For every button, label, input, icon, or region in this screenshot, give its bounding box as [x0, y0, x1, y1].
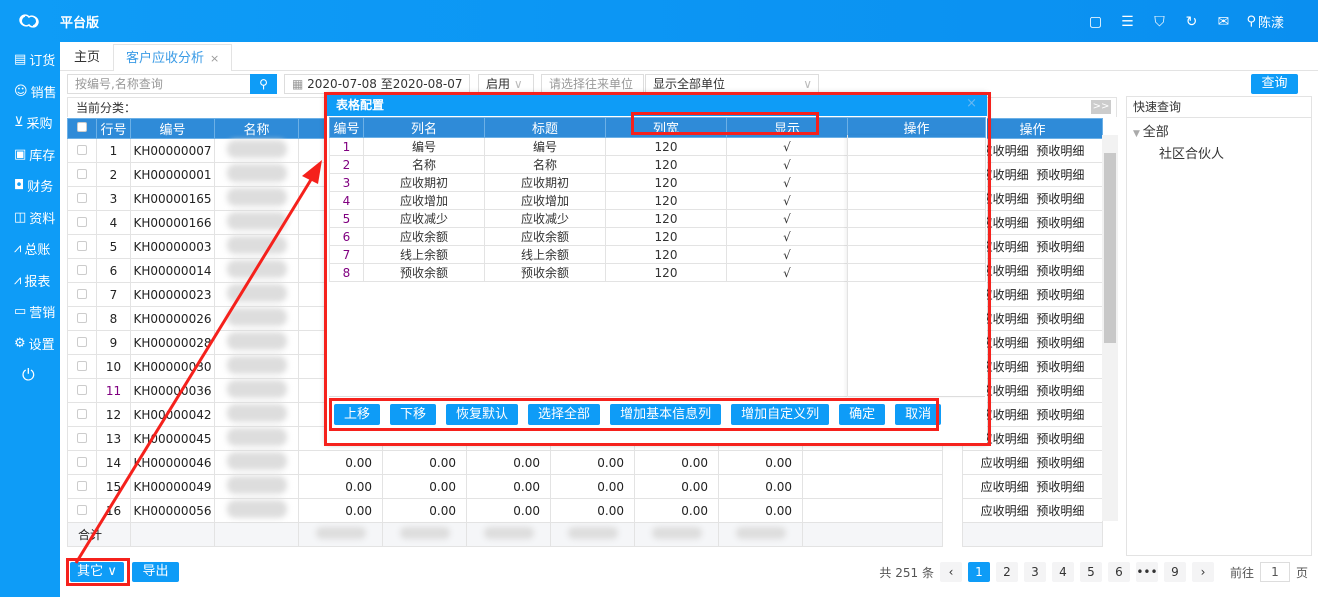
annotation-arrow — [74, 160, 322, 564]
